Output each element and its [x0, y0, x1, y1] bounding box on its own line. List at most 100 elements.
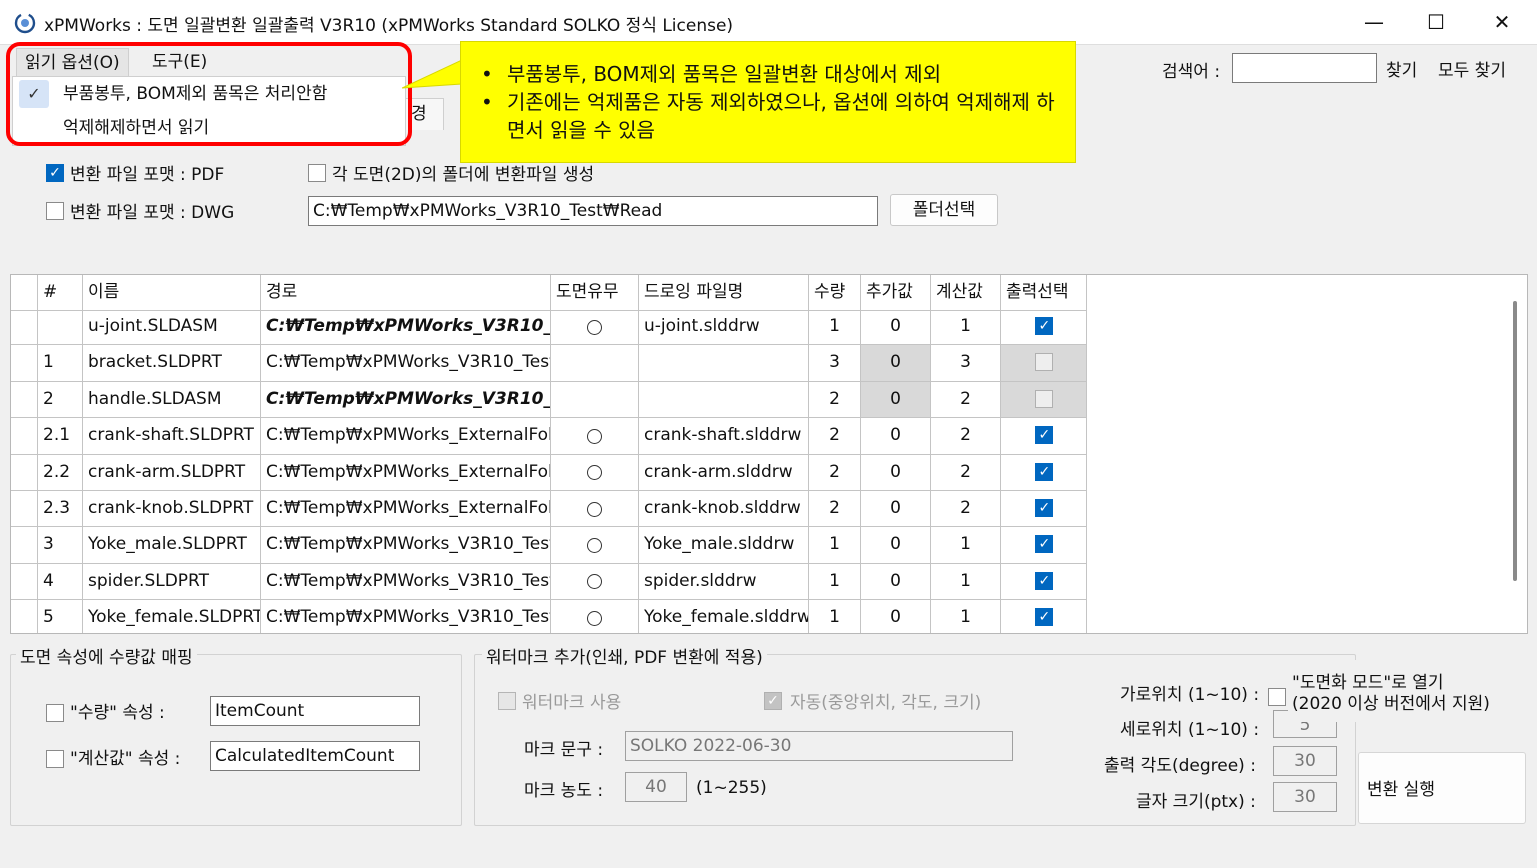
cell-drawing[interactable]: [639, 381, 809, 419]
cell-qty[interactable]: 2: [809, 381, 861, 419]
cell-drawing[interactable]: crank-knob.slddrw: [639, 491, 809, 528]
radio-icon[interactable]: [587, 574, 602, 590]
cell-add[interactable]: 0: [861, 527, 931, 564]
cell-path[interactable]: C:₩Temp₩xPMWorks_ExternalFolder: [261, 418, 551, 455]
cell-output-select[interactable]: [1001, 527, 1087, 564]
cell-has-drawing[interactable]: [551, 600, 639, 633]
search-input[interactable]: [1232, 53, 1377, 83]
cell-num[interactable]: 2.2: [38, 454, 83, 491]
pdf-checkbox[interactable]: [46, 164, 64, 182]
radio-icon[interactable]: [587, 610, 602, 626]
cell-path[interactable]: C:₩Temp₩xPMWorks_ExternalFolder: [261, 454, 551, 491]
output-select-checkbox[interactable]: [1034, 418, 1053, 452]
cell-name[interactable]: crank-arm.SLDPRT: [83, 454, 261, 491]
cell-drawing[interactable]: crank-shaft.slddrw: [639, 418, 809, 455]
cell-output-select[interactable]: [1001, 454, 1087, 491]
radio-icon[interactable]: [587, 319, 602, 335]
radio-icon[interactable]: [587, 428, 602, 444]
table-row[interactable]: 4 spider.SLDPRT C:₩Temp₩xPMWorks_V3R10_Tes…: [11, 563, 1087, 601]
cell-drawing[interactable]: u-joint.slddrw: [639, 309, 809, 346]
cell-output-select[interactable]: [1001, 345, 1087, 382]
cell-qty[interactable]: 2: [809, 491, 861, 528]
maximize-button[interactable]: ☐: [1406, 0, 1466, 44]
cell-add[interactable]: 0: [861, 454, 931, 491]
cell-name[interactable]: crank-shaft.SLDPRT: [83, 418, 261, 455]
cell-calc[interactable]: 1: [931, 527, 1001, 564]
cell-qty[interactable]: 1: [809, 527, 861, 564]
cell-add[interactable]: 0: [861, 309, 931, 346]
cell-add[interactable]: 0: [861, 345, 931, 382]
output-select-checkbox[interactable]: [1034, 564, 1053, 598]
cell-output-select[interactable]: [1001, 600, 1087, 633]
cell-add[interactable]: 0: [861, 563, 931, 601]
cell-num[interactable]: 2.1: [38, 418, 83, 455]
header-name[interactable]: 이름: [83, 275, 261, 312]
cell-name[interactable]: handle.SLDASM: [83, 381, 261, 419]
table-row[interactable]: 5 Yoke_female.SLDPRT C:₩Temp₩xPMWorks_V3R1…: [11, 600, 1087, 633]
cell-path[interactable]: C:₩Temp₩xPMWorks_V3R10_Test₩Read: [261, 527, 551, 564]
radio-icon[interactable]: [587, 465, 602, 481]
per-folder-checkbox[interactable]: [308, 164, 326, 182]
row-header[interactable]: [11, 418, 38, 455]
table-row[interactable]: u-joint.SLDASMC:₩Temp₩xPMWorks_V3R10_Tes…: [11, 309, 1087, 346]
output-select-checkbox[interactable]: [1034, 309, 1053, 343]
mark-text-input[interactable]: SOLKO 2022-06-30: [625, 731, 1013, 761]
cell-path[interactable]: C:₩Temp₩xPMWorks_V3R10_Test₩Read: [261, 345, 551, 382]
cell-has-drawing[interactable]: [551, 527, 639, 564]
row-header[interactable]: [11, 600, 38, 633]
cell-calc[interactable]: 3: [931, 345, 1001, 382]
table-row[interactable]: 1 bracket.SLDPRT C:₩Temp₩xPMWorks_V3R10_Te…: [11, 345, 1087, 382]
angle-input[interactable]: 30: [1273, 746, 1337, 776]
cell-add[interactable]: 0: [861, 418, 931, 455]
table-row[interactable]: 2.1 crank-shaft.SLDPRT C:₩Temp₩xPMWorks_Ex…: [11, 418, 1087, 455]
cell-calc[interactable]: 2: [931, 491, 1001, 528]
cell-qty[interactable]: 1: [809, 600, 861, 633]
header-qty[interactable]: 수량: [809, 275, 861, 312]
cell-num[interactable]: 2: [38, 381, 83, 419]
output-select-checkbox[interactable]: [1034, 527, 1053, 561]
cell-qty[interactable]: 1: [809, 309, 861, 346]
run-conversion-button[interactable]: 변환 실행: [1358, 752, 1526, 824]
row-header[interactable]: [11, 527, 38, 564]
cell-path[interactable]: C:₩Temp₩xPMWorks_ExternalFolder: [261, 491, 551, 528]
cell-path[interactable]: C:₩Temp₩xPMWorks_V3R10_Test₩Read: [261, 563, 551, 601]
cell-calc[interactable]: 2: [931, 454, 1001, 491]
calc-attr-checkbox[interactable]: [46, 750, 64, 768]
header-path[interactable]: 경로: [261, 275, 551, 312]
cell-drawing[interactable]: crank-arm.slddrw: [639, 454, 809, 491]
cell-name[interactable]: u-joint.SLDASM: [83, 309, 261, 346]
row-header[interactable]: [11, 309, 38, 346]
detail-mode-checkbox[interactable]: [1268, 688, 1286, 706]
table-row[interactable]: 3 Yoke_male.SLDPRT C:₩Temp₩xPMWorks_V3R10_…: [11, 527, 1087, 564]
cell-has-drawing[interactable]: [551, 454, 639, 491]
cell-has-drawing[interactable]: [551, 418, 639, 455]
row-header[interactable]: [11, 563, 38, 601]
cell-calc[interactable]: 1: [931, 563, 1001, 601]
cell-drawing[interactable]: [639, 345, 809, 382]
cell-name[interactable]: crank-knob.SLDPRT: [83, 491, 261, 528]
find-button[interactable]: 찾기: [1386, 56, 1417, 81]
cell-output-select[interactable]: [1001, 418, 1087, 455]
cell-has-drawing[interactable]: [551, 381, 639, 419]
cell-calc[interactable]: 2: [931, 418, 1001, 455]
table-row[interactable]: 2handle.SLDASMC:₩Temp₩xPMWorks_V3R10_Tes…: [11, 381, 1087, 419]
cell-has-drawing[interactable]: [551, 309, 639, 346]
cell-calc[interactable]: 1: [931, 309, 1001, 346]
font-size-input[interactable]: 30: [1273, 782, 1337, 812]
row-header[interactable]: [11, 491, 38, 528]
minimize-button[interactable]: —: [1344, 0, 1404, 44]
header-calc[interactable]: 계산값: [931, 275, 1001, 312]
find-all-button[interactable]: 모두 찾기: [1438, 56, 1506, 81]
cell-path[interactable]: C:₩Temp₩xPMWorks_V3R10_Test₩: [261, 309, 551, 346]
cell-num[interactable]: [38, 309, 83, 346]
cell-drawing[interactable]: Yoke_male.slddrw: [639, 527, 809, 564]
qty-attr-input[interactable]: ItemCount: [210, 696, 420, 726]
cell-drawing[interactable]: spider.slddrw: [639, 563, 809, 601]
header-add[interactable]: 추가값: [861, 275, 931, 312]
cell-qty[interactable]: 1: [809, 563, 861, 601]
header-has-drawing[interactable]: 도면유무: [551, 275, 639, 312]
radio-icon[interactable]: [587, 537, 602, 553]
cell-num[interactable]: 4: [38, 563, 83, 601]
cell-add[interactable]: 0: [861, 381, 931, 419]
mark-density-input[interactable]: 40: [625, 772, 687, 802]
